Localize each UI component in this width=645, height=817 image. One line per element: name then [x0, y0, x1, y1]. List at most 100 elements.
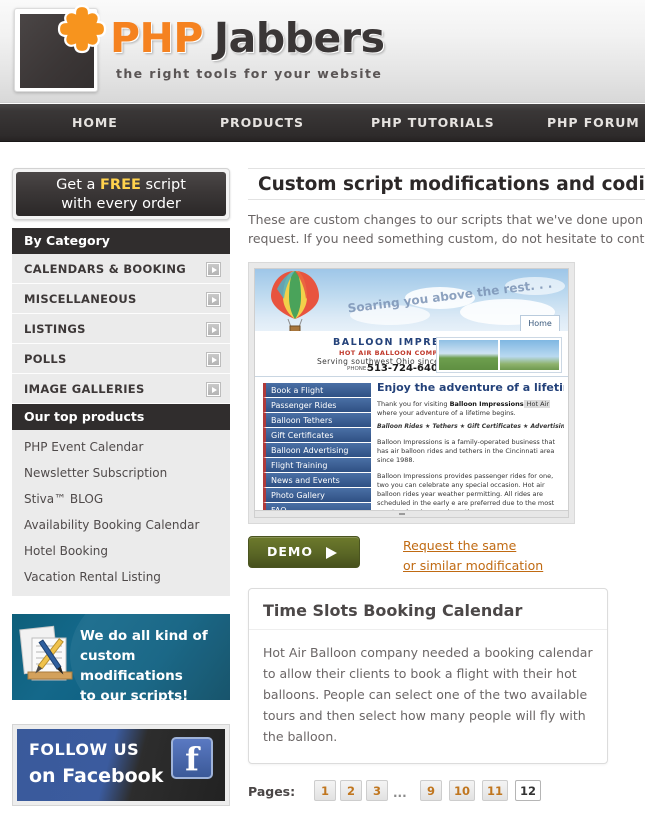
site-header: PHP Jabbers the right tools for your webs… — [0, 0, 645, 103]
pagination-page[interactable]: 10 — [449, 780, 476, 801]
screenshot-side-menu: Book a Flight Passenger Rides Balloon Teth… — [263, 383, 371, 517]
screenshot-menu-item: News and Events — [263, 473, 371, 488]
pagination-page[interactable]: 9 — [420, 780, 442, 801]
screenshot-paragraph-1: Thank you for visiting Balloon Impressio… — [377, 400, 564, 418]
screenshot-menu-item: Passenger Rides — [263, 398, 371, 413]
promo-free-strong: FREE — [100, 177, 141, 193]
screenshot-headline: Enjoy the adventure of a lifetime — [377, 381, 564, 394]
documents-tools-icon — [19, 625, 73, 681]
sidebar-category-item[interactable]: IMAGE GALLERIES — [12, 374, 230, 404]
sidebar-category-list: CALENDARS & BOOKING MISCELLANEOUS LISTINGS… — [12, 254, 230, 404]
sidebar-category-item[interactable]: CALENDARS & BOOKING — [12, 254, 230, 284]
sidebar-category-item[interactable]: MISCELLANEOUS — [12, 284, 230, 314]
action-row: DEMO Request the same or similar modific… — [248, 536, 645, 582]
screenshot-menu-item: Book a Flight — [263, 383, 371, 398]
page-root: PHP Jabbers the right tools for your webs… — [0, 0, 645, 817]
sidebar-category-label: POLLS — [24, 352, 67, 366]
screenshot-menu-item: Photo Gallery — [263, 488, 371, 503]
pagination-page[interactable]: 1 — [314, 780, 336, 801]
promo-mods-line2: custom modifications — [80, 648, 183, 684]
promo-facebook-inner: FOLLOW US on Facebook f — [17, 729, 225, 801]
screenshot-menu-item: Flight Training — [263, 458, 371, 473]
sidebar: Get a FREE script with every order By Ca… — [12, 168, 230, 806]
screenshot-menu-item: Balloon Advertising — [263, 443, 371, 458]
modification-screenshot[interactable]: Soaring you above the rest. . . Home BAL… — [248, 262, 575, 524]
sidebar-product-link[interactable]: Hotel Booking — [12, 538, 230, 564]
promo-free-line1-post: script — [140, 177, 186, 193]
logo-wordmark[interactable]: PHP Jabbers — [110, 18, 385, 59]
demo-button[interactable]: DEMO — [248, 536, 360, 568]
modification-title: Time Slots Booking Calendar — [249, 589, 607, 630]
sidebar-product-link[interactable]: PHP Event Calendar — [12, 434, 230, 460]
sidebar-category-label: LISTINGS — [24, 322, 86, 336]
sidebar-category-item[interactable]: POLLS — [12, 344, 230, 374]
page-title: Custom script modifications and coding — [248, 168, 645, 200]
screenshot-paragraph-2: Balloon Impressions is a family-operated… — [377, 438, 556, 464]
nav-item-home[interactable]: HOME — [72, 104, 118, 142]
sidebar-product-link[interactable]: Newsletter Subscription — [12, 460, 230, 486]
screenshot-p1-d: where your adventure of a lifetime begin… — [377, 409, 516, 417]
nav-item-php-forum[interactable]: PHP FORUM — [547, 104, 640, 142]
play-triangle-icon — [326, 547, 337, 559]
facebook-follow-line2: on Facebook — [29, 765, 164, 787]
screenshot-p1-b: Balloon Impressions — [449, 400, 524, 408]
sidebar-category-label: CALENDARS & BOOKING — [24, 262, 187, 276]
sidebar-category-label: MISCELLANEOUS — [24, 292, 137, 306]
promo-mods-line3: to our scripts! — [80, 688, 189, 700]
pagination-page[interactable]: 3 — [366, 780, 388, 801]
logo-mark[interactable] — [14, 5, 107, 92]
screenshot-p1-c: Hot Air — [523, 400, 551, 408]
main-content: Custom script modifications and coding T… — [248, 168, 645, 806]
pagination: Pages: 1 2 3... 9 10 11 12 — [248, 780, 645, 806]
screenshot-menu-item: Gift Certificates — [263, 428, 371, 443]
screenshot-body-column: Enjoy the adventure of a lifetime Thank … — [377, 381, 564, 517]
page-intro-text: These are custom changes to our scripts … — [248, 212, 645, 246]
sidebar-product-link[interactable]: Stiva™ BLOG — [12, 486, 230, 512]
nav-item-products[interactable]: PRODUCTS — [220, 104, 304, 142]
chevron-right-icon — [207, 293, 220, 306]
screenshot-thumbnail-strip — [436, 337, 562, 373]
facebook-icon: f — [171, 737, 213, 779]
facebook-follow-line1: FOLLOW US — [29, 740, 140, 759]
sidebar-category-header: By Category — [12, 228, 230, 254]
sidebar-top-products-list: PHP Event Calendar Newsletter Subscriptio… — [12, 430, 230, 596]
pagination-ellipsis: ... — [393, 786, 407, 800]
sidebar-product-link[interactable]: Availability Booking Calendar — [12, 512, 230, 538]
logo-php-text: PHP — [110, 14, 203, 62]
screenshot-phone-number: 513-724-6400 — [367, 363, 445, 374]
puzzle-piece-icon — [57, 5, 107, 54]
sidebar-top-products-header: Our top products — [12, 404, 230, 430]
chevron-right-icon — [207, 353, 220, 366]
screenshot-scrollbar[interactable] — [255, 510, 568, 517]
request-modification-link[interactable]: Request the same or similar modification — [403, 536, 543, 576]
promo-free-line1-pre: Get a — [56, 177, 101, 193]
screenshot-inner: Soaring you above the rest. . . Home BAL… — [254, 268, 569, 518]
main-navigation: HOME PRODUCTS PHP TUTORIALS PHP FORUM — [0, 104, 645, 142]
pagination-page[interactable]: 2 — [340, 780, 362, 801]
nav-item-php-tutorials[interactable]: PHP TUTORIALS — [371, 104, 495, 142]
logo-tagline: the right tools for your website — [116, 66, 383, 81]
promo-mods-line1: We do all kind of — [80, 628, 208, 644]
screenshot-stars-line: Balloon Rides ★ Tethers ★ Gift Certifica… — [377, 423, 564, 430]
request-link-line2: or similar modification — [403, 558, 544, 573]
screenshot-p1-a: Thank you for visiting — [377, 400, 450, 408]
logo-jabbers-text: Jabbers — [213, 14, 385, 62]
pagination-page[interactable]: 11 — [482, 780, 509, 801]
sidebar-product-link[interactable]: Vacation Rental Listing — [12, 564, 230, 590]
modification-description-box: Time Slots Booking Calendar Hot Air Ball… — [248, 588, 608, 764]
pagination-page-current: 12 — [515, 780, 542, 801]
promo-free-script-text: Get a FREE script with every order — [16, 172, 226, 216]
chevron-right-icon — [207, 323, 220, 336]
promo-custom-modifications[interactable]: We do all kind of custom modifications t… — [12, 614, 230, 700]
sidebar-category-item[interactable]: LISTINGS — [12, 314, 230, 344]
screenshot-home-tab: Home — [520, 315, 560, 331]
promo-follow-facebook[interactable]: FOLLOW US on Facebook f — [12, 724, 230, 806]
demo-button-label: DEMO — [267, 544, 313, 559]
chevron-right-icon — [207, 263, 220, 276]
chevron-right-icon — [207, 383, 220, 396]
modification-body-text: Hot Air Balloon company needed a booking… — [263, 645, 593, 744]
promo-free-script[interactable]: Get a FREE script with every order — [12, 168, 230, 220]
screenshot-company-header: BALLOON IMPRESSIONS HOT AIR BALLOON COMP… — [255, 331, 568, 377]
sidebar-category-label: IMAGE GALLERIES — [24, 382, 145, 396]
request-link-line1: Request the same — [403, 538, 517, 553]
